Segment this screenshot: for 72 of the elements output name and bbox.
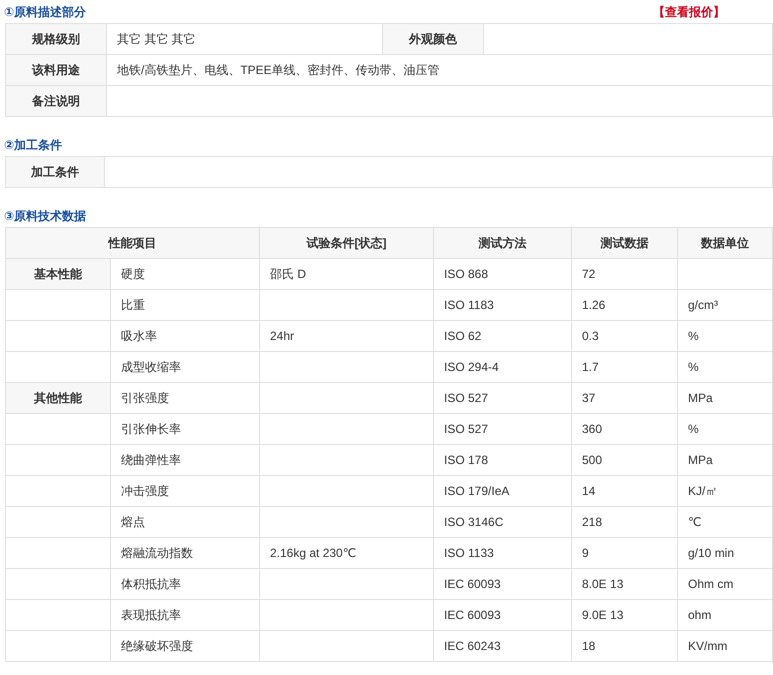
section-title: ②加工条件 (4, 136, 62, 154)
table-cell: 0.3 (572, 320, 678, 352)
table-cell: ISO 1133 (434, 538, 572, 568)
table-cell: 引张伸长率 (110, 414, 260, 444)
label-cell: 备注说明 (6, 86, 106, 116)
table-cell: MPa (678, 382, 772, 414)
table-cell: 9 (572, 538, 678, 568)
section-title: ③原料技术数据 (4, 208, 86, 224)
table-cell: IEC 60093 (434, 568, 572, 600)
table-cell: Ohm cm (678, 568, 772, 600)
table-cell: ISO 1183 (434, 290, 572, 320)
value-cell: 地铁/高铁垫片、电线、TPEE单线、密封件、传动带、油压管 (106, 54, 772, 86)
column-header: 测试数据 (572, 228, 678, 258)
table-cell: 硬度 (110, 258, 260, 290)
quote-link[interactable]: 【查看报价】 (653, 4, 725, 20)
table-cell: ISO 179/IeA (434, 476, 572, 506)
column-header: 数据单位 (678, 228, 772, 258)
table-cell: 熔点 (110, 506, 260, 538)
table-cell: % (678, 352, 772, 382)
table-cell: 37 (572, 382, 678, 414)
table-cell: 吸水率 (110, 320, 260, 352)
table-cell: % (678, 414, 772, 444)
column-header: 测试方法 (434, 228, 572, 258)
table-cell: ℃ (678, 506, 772, 538)
table-cell: 18 (572, 630, 678, 662)
table-cell: % (678, 320, 772, 352)
label-cell: 外观颜色 (382, 24, 484, 54)
table-cell: 8.0E 13 (572, 568, 678, 600)
table-cell: ohm (678, 600, 772, 630)
table-cell: g/10 min (678, 538, 772, 568)
table-cell: ISO 527 (434, 414, 572, 444)
table-cell: g/cm³ (678, 290, 772, 320)
table-cell: 14 (572, 476, 678, 506)
label-cell: 规格级别 (6, 24, 106, 54)
table-cell: 500 (572, 444, 678, 476)
table-cell: ISO 294-4 (434, 352, 572, 382)
table-cell: 24hr (260, 320, 434, 352)
table-cell: 9.0E 13 (572, 600, 678, 630)
table-cell: 1.26 (572, 290, 678, 320)
table-cell: ISO 3146C (434, 506, 572, 538)
group-cell: 基本性能 (6, 258, 110, 290)
value-cell: 其它 其它 其它 (106, 24, 382, 54)
column-header: 试验条件[状态] (260, 228, 434, 258)
label-cell: 加工条件 (6, 156, 104, 188)
table-cell: ISO 527 (434, 382, 572, 414)
table-cell: 体积抵抗率 (110, 568, 260, 600)
table-cell: 72 (572, 258, 678, 290)
column-header: 性能项目 (6, 228, 260, 258)
section-title: ①原料描述部分 (4, 4, 86, 20)
group-cell: 其他性能 (6, 382, 110, 414)
table-cell: IEC 60093 (434, 600, 572, 630)
table-cell: ISO 868 (434, 258, 572, 290)
table-cell: 邵氏 D (260, 258, 434, 290)
table-cell: 成型收缩率 (110, 352, 260, 382)
table-cell: 360 (572, 414, 678, 444)
table-cell: 2.16kg at 230℃ (260, 538, 434, 568)
table-cell: IEC 60243 (434, 630, 572, 662)
table-cell: 绝缘破坏强度 (110, 630, 260, 662)
table-cell: KJ/㎡ (678, 476, 772, 506)
table-cell: 引张强度 (110, 382, 260, 414)
table-cell: MPa (678, 444, 772, 476)
table-cell: ISO 62 (434, 320, 572, 352)
table-cell: 218 (572, 506, 678, 538)
label-cell: 该料用途 (6, 54, 106, 86)
table-cell: 熔融流动指数 (110, 538, 260, 568)
table-cell: 1.7 (572, 352, 678, 382)
table-cell: KV/mm (678, 630, 772, 662)
table-cell: 比重 (110, 290, 260, 320)
table-cell: 表现抵抗率 (110, 600, 260, 630)
table-cell: 冲击强度 (110, 476, 260, 506)
table-cell: ISO 178 (434, 444, 572, 476)
table-cell: 绕曲弹性率 (110, 444, 260, 476)
